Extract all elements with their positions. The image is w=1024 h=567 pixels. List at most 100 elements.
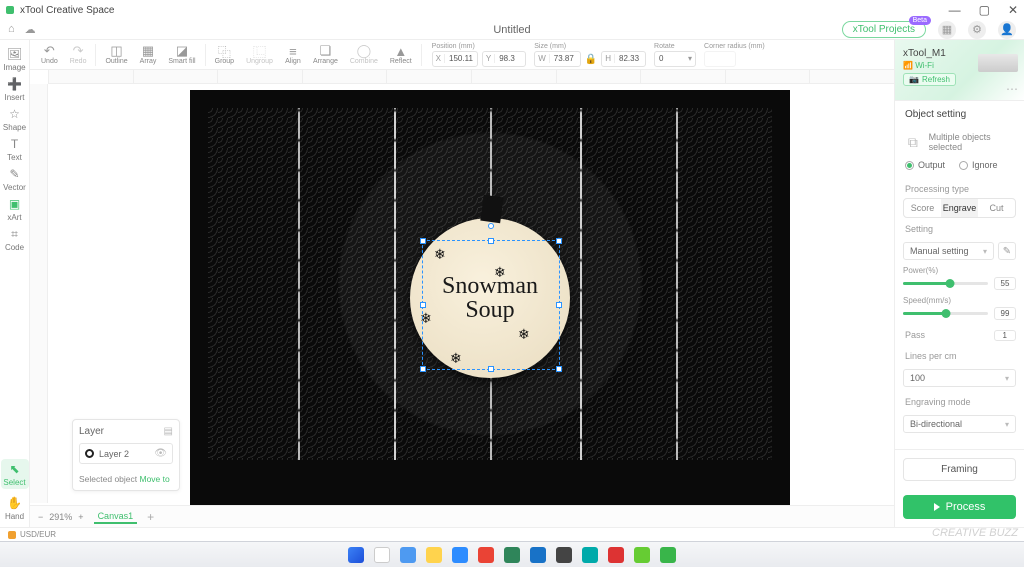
app-icon[interactable] xyxy=(556,547,572,563)
tab-score[interactable]: Score xyxy=(904,199,941,217)
tool-text[interactable]: TText xyxy=(1,136,29,162)
ignore-radio[interactable]: Ignore xyxy=(959,160,998,170)
zoom-out-icon[interactable]: − xyxy=(38,512,43,522)
app-icon[interactable] xyxy=(634,547,650,563)
combine-button[interactable]: ◯Combine xyxy=(345,44,383,65)
framing-button[interactable]: Framing ⋯ xyxy=(903,458,1016,481)
add-canvas-button[interactable]: + xyxy=(147,510,154,524)
resize-handle[interactable] xyxy=(420,366,426,372)
speed-track[interactable] xyxy=(903,312,988,315)
resize-handle[interactable] xyxy=(420,302,426,308)
app-icon xyxy=(6,6,14,14)
app-icon[interactable] xyxy=(530,547,546,563)
tool-insert[interactable]: ➕Insert xyxy=(1,76,29,102)
align-icon: ≡ xyxy=(289,44,297,58)
array-button[interactable]: ▦Array xyxy=(135,44,162,65)
tab-engrave[interactable]: Engrave xyxy=(941,199,978,217)
search-icon[interactable] xyxy=(374,547,390,563)
lines-per-cm-dropdown[interactable]: 100▾ xyxy=(903,369,1016,387)
save-preset-button[interactable]: ✎ xyxy=(998,242,1016,260)
xtool-app-icon[interactable] xyxy=(660,547,676,563)
group-button[interactable]: ⿻Group xyxy=(210,44,239,65)
undo-button[interactable]: ↶Undo xyxy=(36,44,63,65)
close-button[interactable]: ✕ xyxy=(1008,3,1018,17)
resize-handle[interactable] xyxy=(488,238,494,244)
tool-select[interactable]: ⬉Select xyxy=(1,459,29,489)
rotate-group: Rotate 0▾ xyxy=(654,43,696,67)
canvas-area[interactable]: ❄ ❄ ❄ ❄ ❄ Snowman Soup Layer ▤ xyxy=(30,70,894,527)
size-w-input[interactable]: W73.87 xyxy=(534,51,581,67)
arrange-button[interactable]: ❏Arrange xyxy=(308,44,343,65)
tab-cut[interactable]: Cut xyxy=(978,199,1015,217)
vector-icon: ✎ xyxy=(7,166,23,182)
settings-icon[interactable]: ⚙ xyxy=(968,21,986,39)
reflect-button[interactable]: ▲Reflect xyxy=(385,44,417,65)
device-menu-icon[interactable]: ⋯ xyxy=(1006,82,1018,96)
position-y-input[interactable]: Y98.3 xyxy=(482,51,526,67)
size-group: Size (mm) W73.87 🔒 H82.33 xyxy=(534,43,646,67)
resize-handle[interactable] xyxy=(556,302,562,308)
ungroup-button[interactable]: ⿺Ungroup xyxy=(241,44,278,65)
framing-more-icon[interactable]: ⋯ xyxy=(1017,462,1024,473)
refresh-button[interactable]: 📷 Refresh xyxy=(903,73,956,86)
select-icon: ⬉ xyxy=(7,461,23,477)
tool-vector[interactable]: ✎Vector xyxy=(1,166,29,192)
selection-box[interactable] xyxy=(422,240,560,370)
zoom-control[interactable]: − 291% + xyxy=(38,512,84,522)
app-icon[interactable] xyxy=(608,547,624,563)
layer-panel-menu-icon[interactable]: ▤ xyxy=(164,426,173,437)
layer-panel-title: Layer xyxy=(79,426,104,437)
tool-xart[interactable]: ▣xArt xyxy=(1,196,29,222)
account-icon[interactable]: 👤 xyxy=(998,21,1016,39)
camera-viewport[interactable]: ❄ ❄ ❄ ❄ ❄ Snowman Soup xyxy=(190,90,790,510)
shape-icon: ☆ xyxy=(7,106,23,122)
move-to-link[interactable]: Move to xyxy=(139,474,169,484)
maximize-button[interactable]: ▢ xyxy=(979,3,990,17)
home-icon[interactable]: ⌂ xyxy=(8,23,15,36)
speed-value[interactable]: 99 xyxy=(994,307,1016,320)
size-h-input[interactable]: H82.33 xyxy=(601,51,646,67)
tool-shape[interactable]: ☆Shape xyxy=(1,106,29,132)
engraving-mode-dropdown[interactable]: Bi-directional▾ xyxy=(903,415,1016,433)
tool-hand[interactable]: ✋Hand xyxy=(1,495,29,521)
tool-code[interactable]: ⌗Code xyxy=(1,226,29,252)
setting-dropdown[interactable]: Manual setting▾ xyxy=(903,242,994,260)
zoom-in-icon[interactable]: + xyxy=(78,512,83,522)
canvas-tab[interactable]: Canvas1 xyxy=(94,510,138,524)
device-image xyxy=(978,54,1018,72)
position-x-input[interactable]: X150.11 xyxy=(432,51,478,67)
cloud-icon[interactable]: ☁ xyxy=(25,23,36,36)
radio-off-icon xyxy=(959,161,968,170)
power-track[interactable] xyxy=(903,282,988,285)
app-icon[interactable] xyxy=(582,547,598,563)
pass-input[interactable]: 1 xyxy=(994,330,1016,341)
resize-handle[interactable] xyxy=(420,238,426,244)
chrome-icon[interactable] xyxy=(478,547,494,563)
power-value[interactable]: 55 xyxy=(994,277,1016,290)
redo-button[interactable]: ↷Redo xyxy=(65,44,92,65)
tool-image[interactable]: 🖼Image xyxy=(1,46,29,72)
edge-icon[interactable] xyxy=(452,547,468,563)
start-icon[interactable] xyxy=(348,547,364,563)
rotate-input[interactable]: 0▾ xyxy=(654,51,696,67)
smartfill-icon: ◪ xyxy=(176,44,188,58)
resize-handle[interactable] xyxy=(556,366,562,372)
resize-handle[interactable] xyxy=(556,238,562,244)
rotate-handle[interactable] xyxy=(488,223,494,229)
grid-icon[interactable]: ▦ xyxy=(938,21,956,39)
minimize-button[interactable]: — xyxy=(949,3,961,17)
smartfill-button[interactable]: ◪Smart fill xyxy=(163,44,200,65)
outline-button[interactable]: ◫Outline xyxy=(100,44,132,65)
taskview-icon[interactable] xyxy=(400,547,416,563)
xtool-projects-button[interactable]: xTool Projects Beta xyxy=(842,21,926,38)
visibility-icon[interactable]: 👁 xyxy=(154,448,167,459)
layer-item[interactable]: Layer 2 👁 xyxy=(79,443,173,464)
app-icon[interactable] xyxy=(504,547,520,563)
explorer-icon[interactable] xyxy=(426,547,442,563)
lock-aspect-icon[interactable]: 🔒 xyxy=(585,54,597,65)
insert-icon: ➕ xyxy=(7,76,23,92)
output-radio[interactable]: Output xyxy=(905,160,945,170)
process-button[interactable]: Process xyxy=(903,495,1016,519)
align-button[interactable]: ≡Align xyxy=(280,44,306,65)
resize-handle[interactable] xyxy=(488,366,494,372)
